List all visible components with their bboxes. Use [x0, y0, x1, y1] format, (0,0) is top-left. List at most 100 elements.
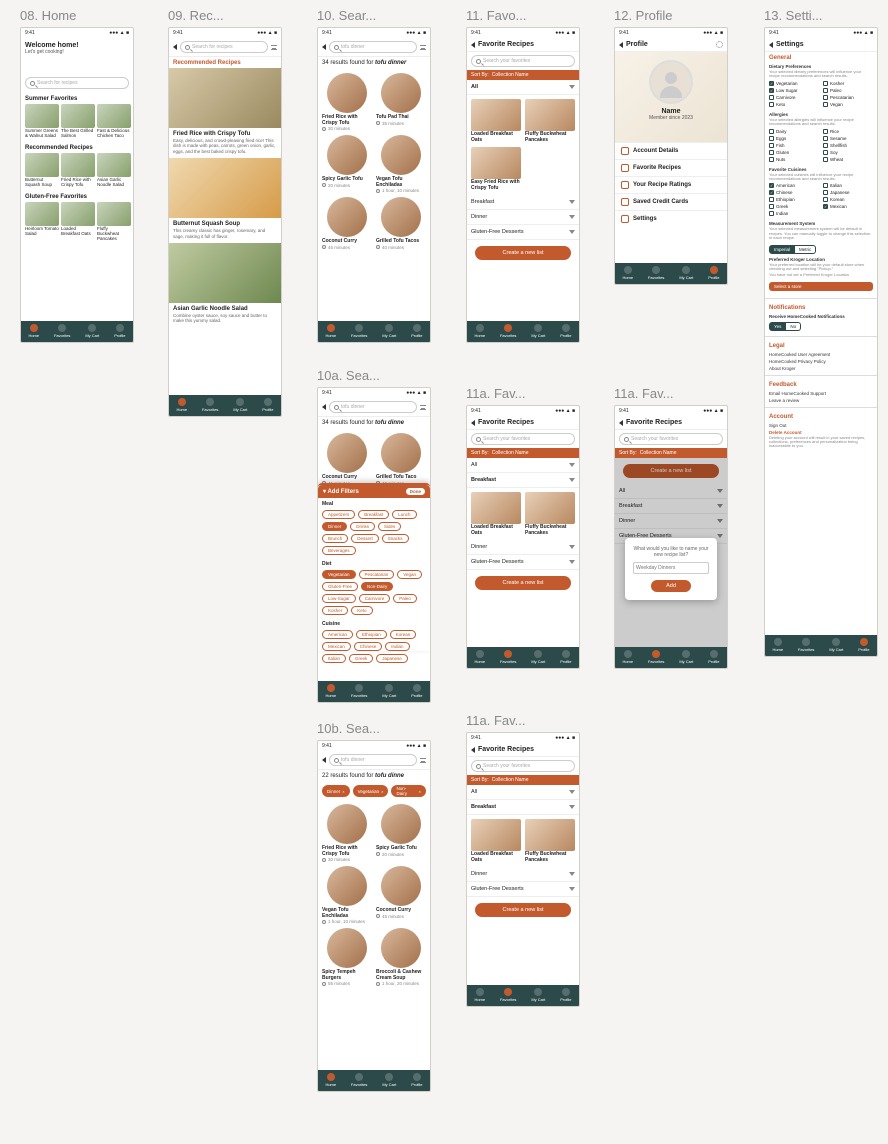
- checkbox[interactable]: Korean: [823, 197, 873, 202]
- recipe-card[interactable]: Summer Greens & Walnut Salad: [25, 104, 59, 139]
- recipe-card[interactable]: Fried Rice with Crispy Tofu30 minutes: [322, 804, 372, 862]
- filter-pill[interactable]: Dessert: [351, 534, 379, 543]
- filter-pill[interactable]: Lunch: [392, 510, 416, 519]
- filter-pill[interactable]: Greek: [349, 654, 373, 663]
- collection-row[interactable]: Dinner: [467, 540, 579, 555]
- collection-row[interactable]: Breakfast: [467, 195, 579, 210]
- filter-pill[interactable]: Brunch: [322, 534, 348, 543]
- nav-favorites[interactable]: Favorites: [500, 324, 516, 338]
- nav-profile[interactable]: Profile: [411, 324, 422, 338]
- filter-chip[interactable]: Vegetarian×: [353, 785, 389, 797]
- sort-bar[interactable]: Sort By:Collection Name: [467, 70, 579, 80]
- recipe-card[interactable]: Spicy Garlic Tofu20 minutes: [376, 804, 426, 862]
- nav-home[interactable]: Home: [474, 324, 485, 338]
- recipe-card[interactable]: Coconut Curry45 minutes: [376, 866, 426, 924]
- search-input[interactable]: Search for recipes: [180, 41, 268, 53]
- recipe-card[interactable]: Fluffy Buckwheat Pancakes: [97, 202, 131, 242]
- measurement-toggle[interactable]: ImperialMetric: [765, 243, 877, 256]
- nav-profile[interactable]: Profile: [560, 324, 571, 338]
- checkbox[interactable]: Japanese: [823, 190, 873, 195]
- search-input[interactable]: Search for recipes: [25, 77, 129, 89]
- nav-mycart[interactable]: My Cart: [233, 398, 247, 412]
- checkbox[interactable]: Italian: [823, 183, 873, 188]
- nav-mycart[interactable]: My Cart: [679, 650, 693, 664]
- avatar[interactable]: [649, 60, 693, 104]
- card-row[interactable]: Summer Greens & Walnut SaladThe Best Gri…: [21, 104, 133, 142]
- filter-pill[interactable]: Drinks: [350, 522, 375, 531]
- back-icon[interactable]: [322, 757, 326, 763]
- collection-row[interactable]: Breakfast: [467, 800, 579, 815]
- nav-favorites[interactable]: Favorites: [500, 650, 516, 664]
- seg-option[interactable]: No: [786, 322, 801, 331]
- checkbox[interactable]: American: [769, 183, 819, 188]
- filter-chip[interactable]: Non-Dairy×: [391, 785, 426, 797]
- card-row[interactable]: Butternut Squash SoupFried Rice with Cri…: [21, 153, 133, 191]
- collection-row[interactable]: Gluten-Free Desserts: [467, 225, 579, 240]
- search-input[interactable]: tofu dinner: [329, 401, 417, 413]
- legal-link[interactable]: About Kroger: [765, 365, 877, 372]
- legal-link[interactable]: HomeCooked Privacy Policy: [765, 358, 877, 365]
- nav-mycart[interactable]: My Cart: [531, 324, 545, 338]
- nav-profile[interactable]: Profile: [708, 650, 719, 664]
- feedback-link[interactable]: Leave a review: [765, 397, 877, 404]
- recipe-card[interactable]: Loaded Breakfast Oats: [61, 202, 95, 242]
- create-list-button[interactable]: Create a new list: [475, 246, 571, 260]
- feedback-link[interactable]: Email HomeCooked Support: [765, 390, 877, 397]
- checkbox[interactable]: Vegetarian: [769, 81, 819, 86]
- collection-row[interactable]: Gluten-Free Desserts: [467, 882, 579, 897]
- checkbox[interactable]: Vegan: [823, 102, 873, 107]
- recipe-card[interactable]: Tofu Pad Thai35 minutes: [376, 73, 426, 131]
- create-list-button[interactable]: Create a new list: [475, 903, 571, 917]
- filter-pill[interactable]: Breakfast: [358, 510, 389, 519]
- nav-favorites[interactable]: Favorites: [351, 684, 367, 698]
- recipe-card[interactable]: Vegan Tofu Enchiladas1 hour, 10 minutes: [322, 866, 372, 924]
- checkbox[interactable]: Soy: [823, 150, 873, 155]
- nav-profile[interactable]: Profile: [114, 324, 125, 338]
- nav-mycart[interactable]: My Cart: [382, 1073, 396, 1087]
- recipe-card[interactable]: Fluffy Buckwheat Pancakes: [525, 819, 575, 863]
- nav-home[interactable]: Home: [474, 650, 485, 664]
- menu-item[interactable]: Saved Credit Cards: [615, 193, 727, 210]
- checkbox[interactable]: Dairy: [769, 129, 819, 134]
- remove-icon[interactable]: ×: [381, 789, 383, 794]
- nav-profile[interactable]: Profile: [708, 266, 719, 280]
- filter-pill[interactable]: Vegetarian: [322, 570, 356, 579]
- recipe-image[interactable]: [169, 158, 281, 218]
- seg-option[interactable]: Imperial: [769, 245, 795, 254]
- nav-home[interactable]: Home: [325, 324, 336, 338]
- checkbox[interactable]: Rice: [823, 129, 873, 134]
- nav-profile[interactable]: Profile: [411, 684, 422, 698]
- filter-icon[interactable]: [271, 45, 277, 50]
- nav-favorites[interactable]: Favorites: [202, 398, 218, 412]
- search-input[interactable]: Search your favorites: [471, 433, 575, 445]
- back-icon[interactable]: [173, 44, 177, 50]
- filter-pill[interactable]: Snacks: [382, 534, 409, 543]
- filter-pill[interactable]: Vegan: [397, 570, 422, 579]
- nav-home[interactable]: Home: [474, 988, 485, 1002]
- menu-item[interactable]: Account Details: [615, 142, 727, 159]
- filter-pill[interactable]: Sides: [378, 522, 401, 531]
- filter-pill[interactable]: Beverages: [322, 546, 356, 555]
- filter-pill[interactable]: Chinese: [354, 642, 383, 651]
- legal-link[interactable]: HomeCooked User Agreement: [765, 351, 877, 358]
- filter-pill[interactable]: Non-Dairy: [361, 582, 393, 591]
- nav-profile[interactable]: Profile: [560, 988, 571, 1002]
- nav-favorites[interactable]: Favorites: [54, 324, 70, 338]
- collection-row[interactable]: Gluten-Free Desserts: [467, 555, 579, 570]
- recipe-title[interactable]: Fried Rice with Crispy Tofu: [169, 128, 281, 138]
- nav-favorites[interactable]: Favorites: [500, 988, 516, 1002]
- recipe-card[interactable]: Loaded Breakfast Oats: [471, 819, 521, 863]
- sort-bar[interactable]: Sort By:Collection Name: [615, 448, 727, 458]
- recipe-card[interactable]: Fried Rice with Crispy Tofu: [61, 153, 95, 188]
- checkbox[interactable]: Paleo: [823, 88, 873, 93]
- collection-row[interactable]: All: [467, 458, 579, 473]
- select-store-button[interactable]: Select a store: [769, 282, 873, 291]
- recipe-image[interactable]: [169, 243, 281, 303]
- nav-mycart[interactable]: My Cart: [382, 684, 396, 698]
- menu-item[interactable]: Your Recipe Ratings: [615, 176, 727, 193]
- nav-favorites[interactable]: Favorites: [351, 1073, 367, 1087]
- nav-home[interactable]: Home: [325, 1073, 336, 1087]
- filter-pill[interactable]: Korean: [390, 630, 417, 639]
- checkbox[interactable]: Pescatarian: [823, 95, 873, 100]
- signout-link[interactable]: Sign Out: [765, 422, 877, 429]
